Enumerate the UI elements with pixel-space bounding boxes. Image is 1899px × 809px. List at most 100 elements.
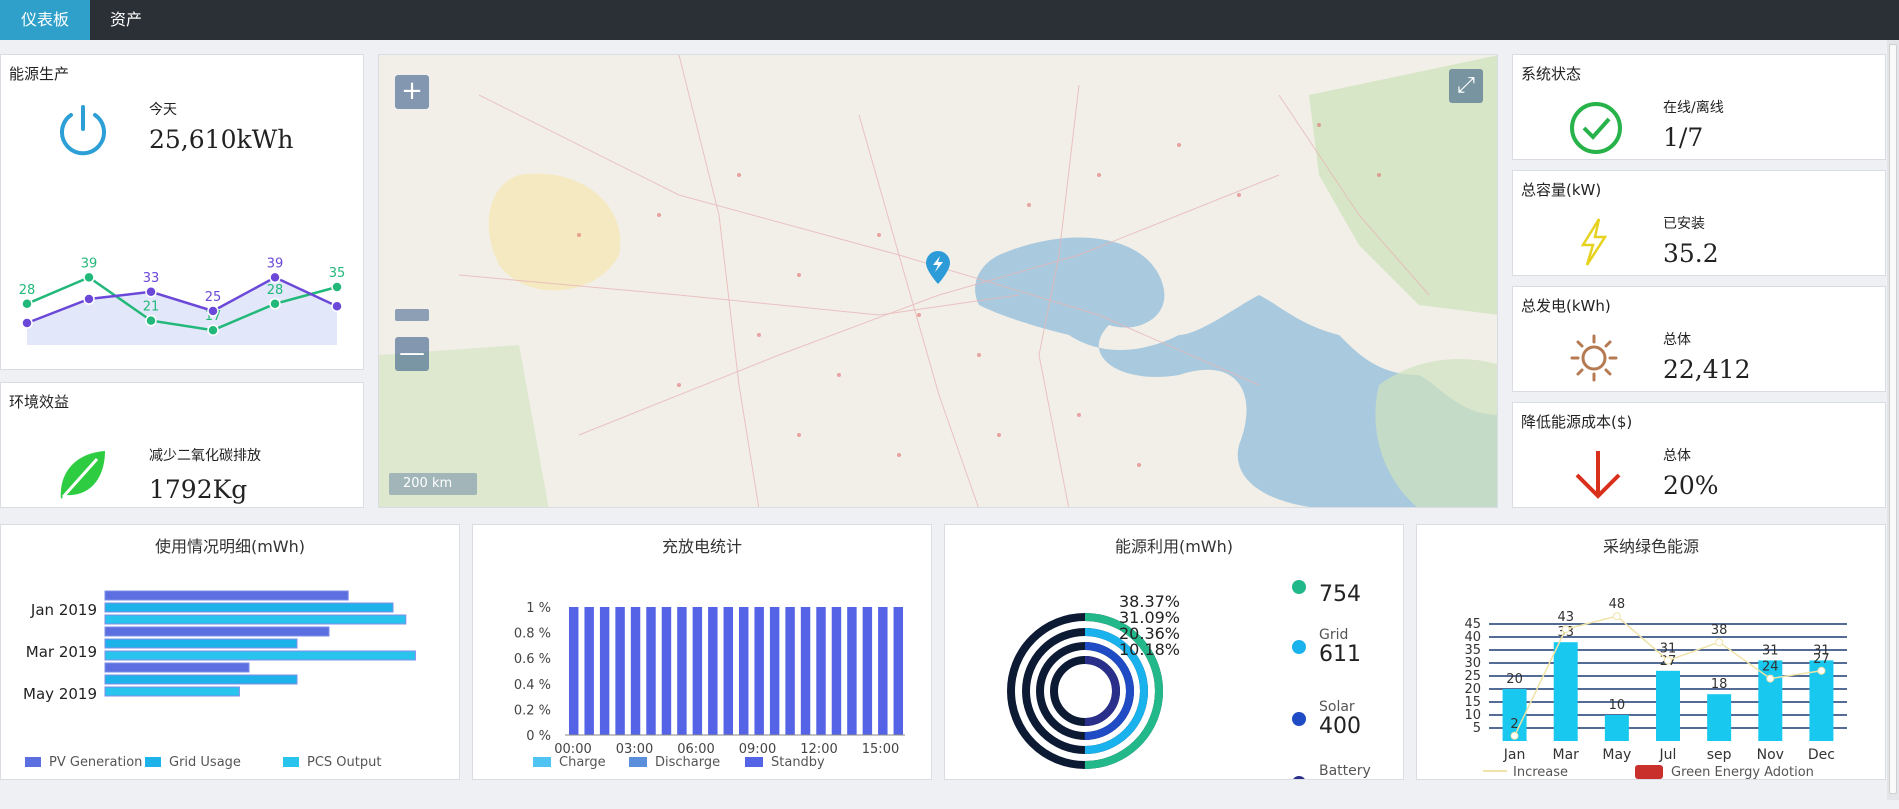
data-point [207, 305, 219, 317]
total-capacity-label: 已安装 [1663, 216, 1705, 232]
total-capacity-value: 35.2 [1663, 239, 1719, 268]
map-marker-icon[interactable] [925, 251, 951, 285]
standby-bar [569, 607, 579, 735]
data-point [21, 317, 33, 329]
legend-dot [1292, 640, 1306, 654]
y-tick-label: 0.4 % [514, 678, 551, 693]
legend-swatch [25, 757, 41, 767]
data-label: 28 [19, 283, 36, 298]
green-energy-title: 采纳绿色能源 [1602, 537, 1699, 556]
page-scrollbar[interactable] [1887, 40, 1899, 800]
legend-swatch [283, 757, 299, 767]
system-status-card: 系统状态 在线/离线 1/7 [1512, 54, 1886, 160]
usage-bar [104, 590, 349, 601]
standby-bar [831, 607, 842, 735]
charge-stats-chart: 0 %0.2 %0.4 %0.6 %0.8 %1 %00:00 03:00 06:0… [514, 601, 905, 770]
usage-bar [104, 686, 240, 697]
standby-bar [893, 607, 903, 735]
category-label: Mar 2019 [26, 643, 97, 661]
x-tick-label: Jul [1659, 747, 1677, 763]
system-status-title: 系统状态 [1521, 65, 1582, 83]
legend-dot [1293, 776, 1305, 779]
standby-bar [754, 607, 764, 735]
usage-bar [104, 602, 394, 613]
legend-swatch [145, 757, 161, 767]
legend-swatch [533, 757, 551, 767]
usage-detail-chart: Jan 2019 Mar 2019 May 2019 PV Generation Gri… [23, 590, 416, 770]
legend-name: Battery [1319, 763, 1371, 779]
y-tick-label: 0.2 % [514, 703, 551, 718]
data-label: 33 [143, 271, 160, 286]
data-point [21, 298, 33, 310]
data-label: 35 [329, 266, 346, 281]
scrollbar-thumb[interactable] [1889, 44, 1897, 794]
standby-bar [739, 607, 749, 735]
standby-bar [599, 607, 610, 735]
y-tick-label: 40 [1464, 630, 1481, 645]
map-view[interactable]: + — 200 km ⤢ [378, 54, 1498, 508]
legend-swatch [1635, 765, 1663, 779]
y-tick-label: 35 [1464, 643, 1481, 658]
energy-production-card: 能源生产 今天 25,610kWh 283921172835332539 [0, 54, 364, 370]
increase-point [1612, 612, 1621, 621]
legend-value: 400 [1319, 714, 1361, 739]
energy-utilization-title: 能源利用(mWh) [1114, 537, 1234, 556]
cost-reduction-card: 降低能源成本($) 总体 20% [1512, 402, 1886, 508]
standby-bar [584, 607, 594, 735]
usage-bar [104, 674, 298, 685]
standby-bar [862, 607, 873, 735]
zoom-in-button[interactable]: + [395, 75, 429, 109]
y-tick-label: 30 [1464, 656, 1481, 671]
zoom-slider-handle[interactable] [395, 309, 429, 321]
x-tick-label: 03:00 [616, 742, 653, 757]
y-tick-label: 15 [1464, 695, 1481, 710]
total-generation-value: 22,412 [1663, 355, 1751, 384]
data-point [83, 271, 95, 284]
y-tick-label: 0.6 % [514, 652, 551, 667]
cost-reduction-value: 20% [1663, 471, 1719, 500]
standby-bar [692, 607, 703, 735]
standby-bar [785, 607, 795, 735]
system-status-value: 1/7 [1663, 123, 1704, 152]
y-tick-label: 5 [1473, 721, 1481, 736]
tab-dashboard[interactable]: 仪表板 [0, 0, 90, 40]
data-point [331, 300, 343, 312]
category-label: Jan 2019 [30, 601, 97, 619]
data-point [269, 298, 281, 310]
top-nav-bar: 仪表板 资产 [0, 0, 1899, 40]
zoom-out-button[interactable]: — [395, 337, 429, 371]
adoption-bar [1604, 715, 1629, 741]
adoption-bar [1707, 694, 1732, 741]
increase-point [1561, 625, 1570, 634]
data-point [145, 286, 157, 298]
legend-label: PV Generation [49, 755, 142, 770]
increase-point [1766, 674, 1775, 683]
co2-label: 减少二氧化碳排放 [149, 448, 261, 464]
map-scale: 200 km [389, 473, 477, 495]
usage-bar [104, 662, 250, 673]
power-icon [60, 105, 106, 156]
cost-reduction-title: 降低能源成本($) [1521, 413, 1633, 431]
line-label: 38 [1711, 623, 1728, 638]
bar-label: 20 [1506, 672, 1523, 687]
legend-label: Discharge [655, 755, 720, 770]
data-point [331, 281, 343, 293]
y-tick-label: 20 [1464, 682, 1481, 697]
x-tick-label: Jan [1503, 747, 1526, 763]
x-tick-label: sep [1707, 747, 1732, 763]
tab-assets[interactable]: 资产 [90, 0, 162, 40]
category-label: May 2019 [23, 685, 97, 703]
fullscreen-icon[interactable]: ⤢ [1449, 69, 1483, 103]
standby-bar [630, 607, 641, 735]
leaf-icon [60, 451, 105, 499]
x-tick-label: 15:00 [862, 742, 899, 757]
check-circle-icon [1570, 102, 1622, 154]
today-value: 25,610kWh [149, 125, 294, 154]
data-label: 39 [267, 256, 284, 271]
energy-utilization-card: 能源利用(mWh) 38.37% 31.09% 20.36% 10.18% 754 Gri… [944, 524, 1404, 780]
standby-bar [708, 607, 718, 735]
total-capacity-title: 总容量(kW) [1521, 181, 1602, 199]
data-point [269, 271, 281, 284]
y-tick-label: 45 [1464, 617, 1481, 632]
legend-name: Grid [1319, 627, 1348, 643]
